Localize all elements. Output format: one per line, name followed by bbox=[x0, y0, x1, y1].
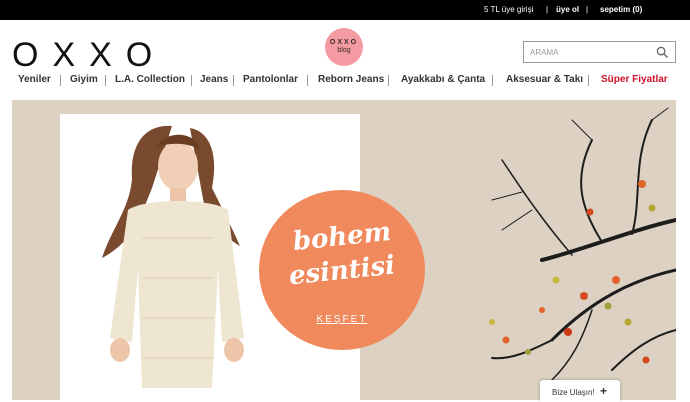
nav-divider bbox=[492, 75, 493, 86]
nav-divider bbox=[105, 75, 106, 86]
nav-divider bbox=[588, 75, 589, 86]
nav-item-accessories[interactable]: Aksesuar & Takı bbox=[506, 74, 583, 85]
contact-us-label: Bize Ulaşın! bbox=[552, 388, 595, 397]
member-login-promo-link[interactable]: 5 TL üye girişi bbox=[484, 5, 533, 14]
contact-us-widget[interactable]: Bize Ulaşın! + bbox=[540, 380, 620, 402]
search-input[interactable] bbox=[530, 45, 650, 59]
search-icon[interactable] bbox=[656, 46, 669, 59]
nav-item-super-prices[interactable]: Süper Fiyatlar bbox=[601, 74, 668, 85]
tree-illustration bbox=[489, 107, 676, 381]
main-nav: Yeniler Giyim L.A. Collection Jeans Pant… bbox=[0, 74, 690, 88]
plus-icon[interactable]: + bbox=[600, 384, 607, 398]
blog-badge-link[interactable]: OXXO blog bbox=[325, 28, 363, 66]
nav-divider bbox=[233, 75, 234, 86]
nav-divider bbox=[60, 75, 61, 86]
register-link[interactable]: üye ol bbox=[556, 5, 579, 14]
blog-badge-label: blog bbox=[337, 47, 351, 54]
nav-item-shoes-bags[interactable]: Ayakkabı & Çanta bbox=[401, 74, 485, 85]
nav-item-la-collection[interactable]: L.A. Collection bbox=[115, 74, 185, 85]
top-bar: 5 TL üye girişi | üye ol | sepetim (0) bbox=[0, 0, 690, 20]
nav-divider bbox=[307, 75, 308, 86]
nav-item-yeniler[interactable]: Yeniler bbox=[18, 74, 51, 85]
search-box bbox=[523, 41, 676, 63]
campaign-badge[interactable]: bohem esintisi KEŞFET bbox=[259, 190, 425, 350]
topbar-separator: | bbox=[586, 5, 589, 14]
nav-item-pantolonlar[interactable]: Pantolonlar bbox=[243, 74, 298, 85]
brand-logo[interactable]: OXXO bbox=[12, 38, 166, 72]
cart-link[interactable]: sepetim (0) bbox=[600, 5, 642, 14]
nav-item-giyim[interactable]: Giyim bbox=[70, 74, 98, 85]
nav-item-jeans[interactable]: Jeans bbox=[200, 74, 228, 85]
topbar-separator: | bbox=[546, 5, 549, 14]
hero-banner[interactable]: bohem esintisi KEŞFET bbox=[12, 100, 676, 400]
nav-divider bbox=[191, 75, 192, 86]
blog-badge-brand: OXXO bbox=[329, 39, 359, 46]
nav-divider bbox=[388, 75, 389, 86]
model-photo bbox=[102, 125, 244, 388]
discover-link[interactable]: KEŞFET bbox=[259, 314, 425, 325]
nav-item-reborn-jeans[interactable]: Reborn Jeans bbox=[318, 74, 384, 85]
